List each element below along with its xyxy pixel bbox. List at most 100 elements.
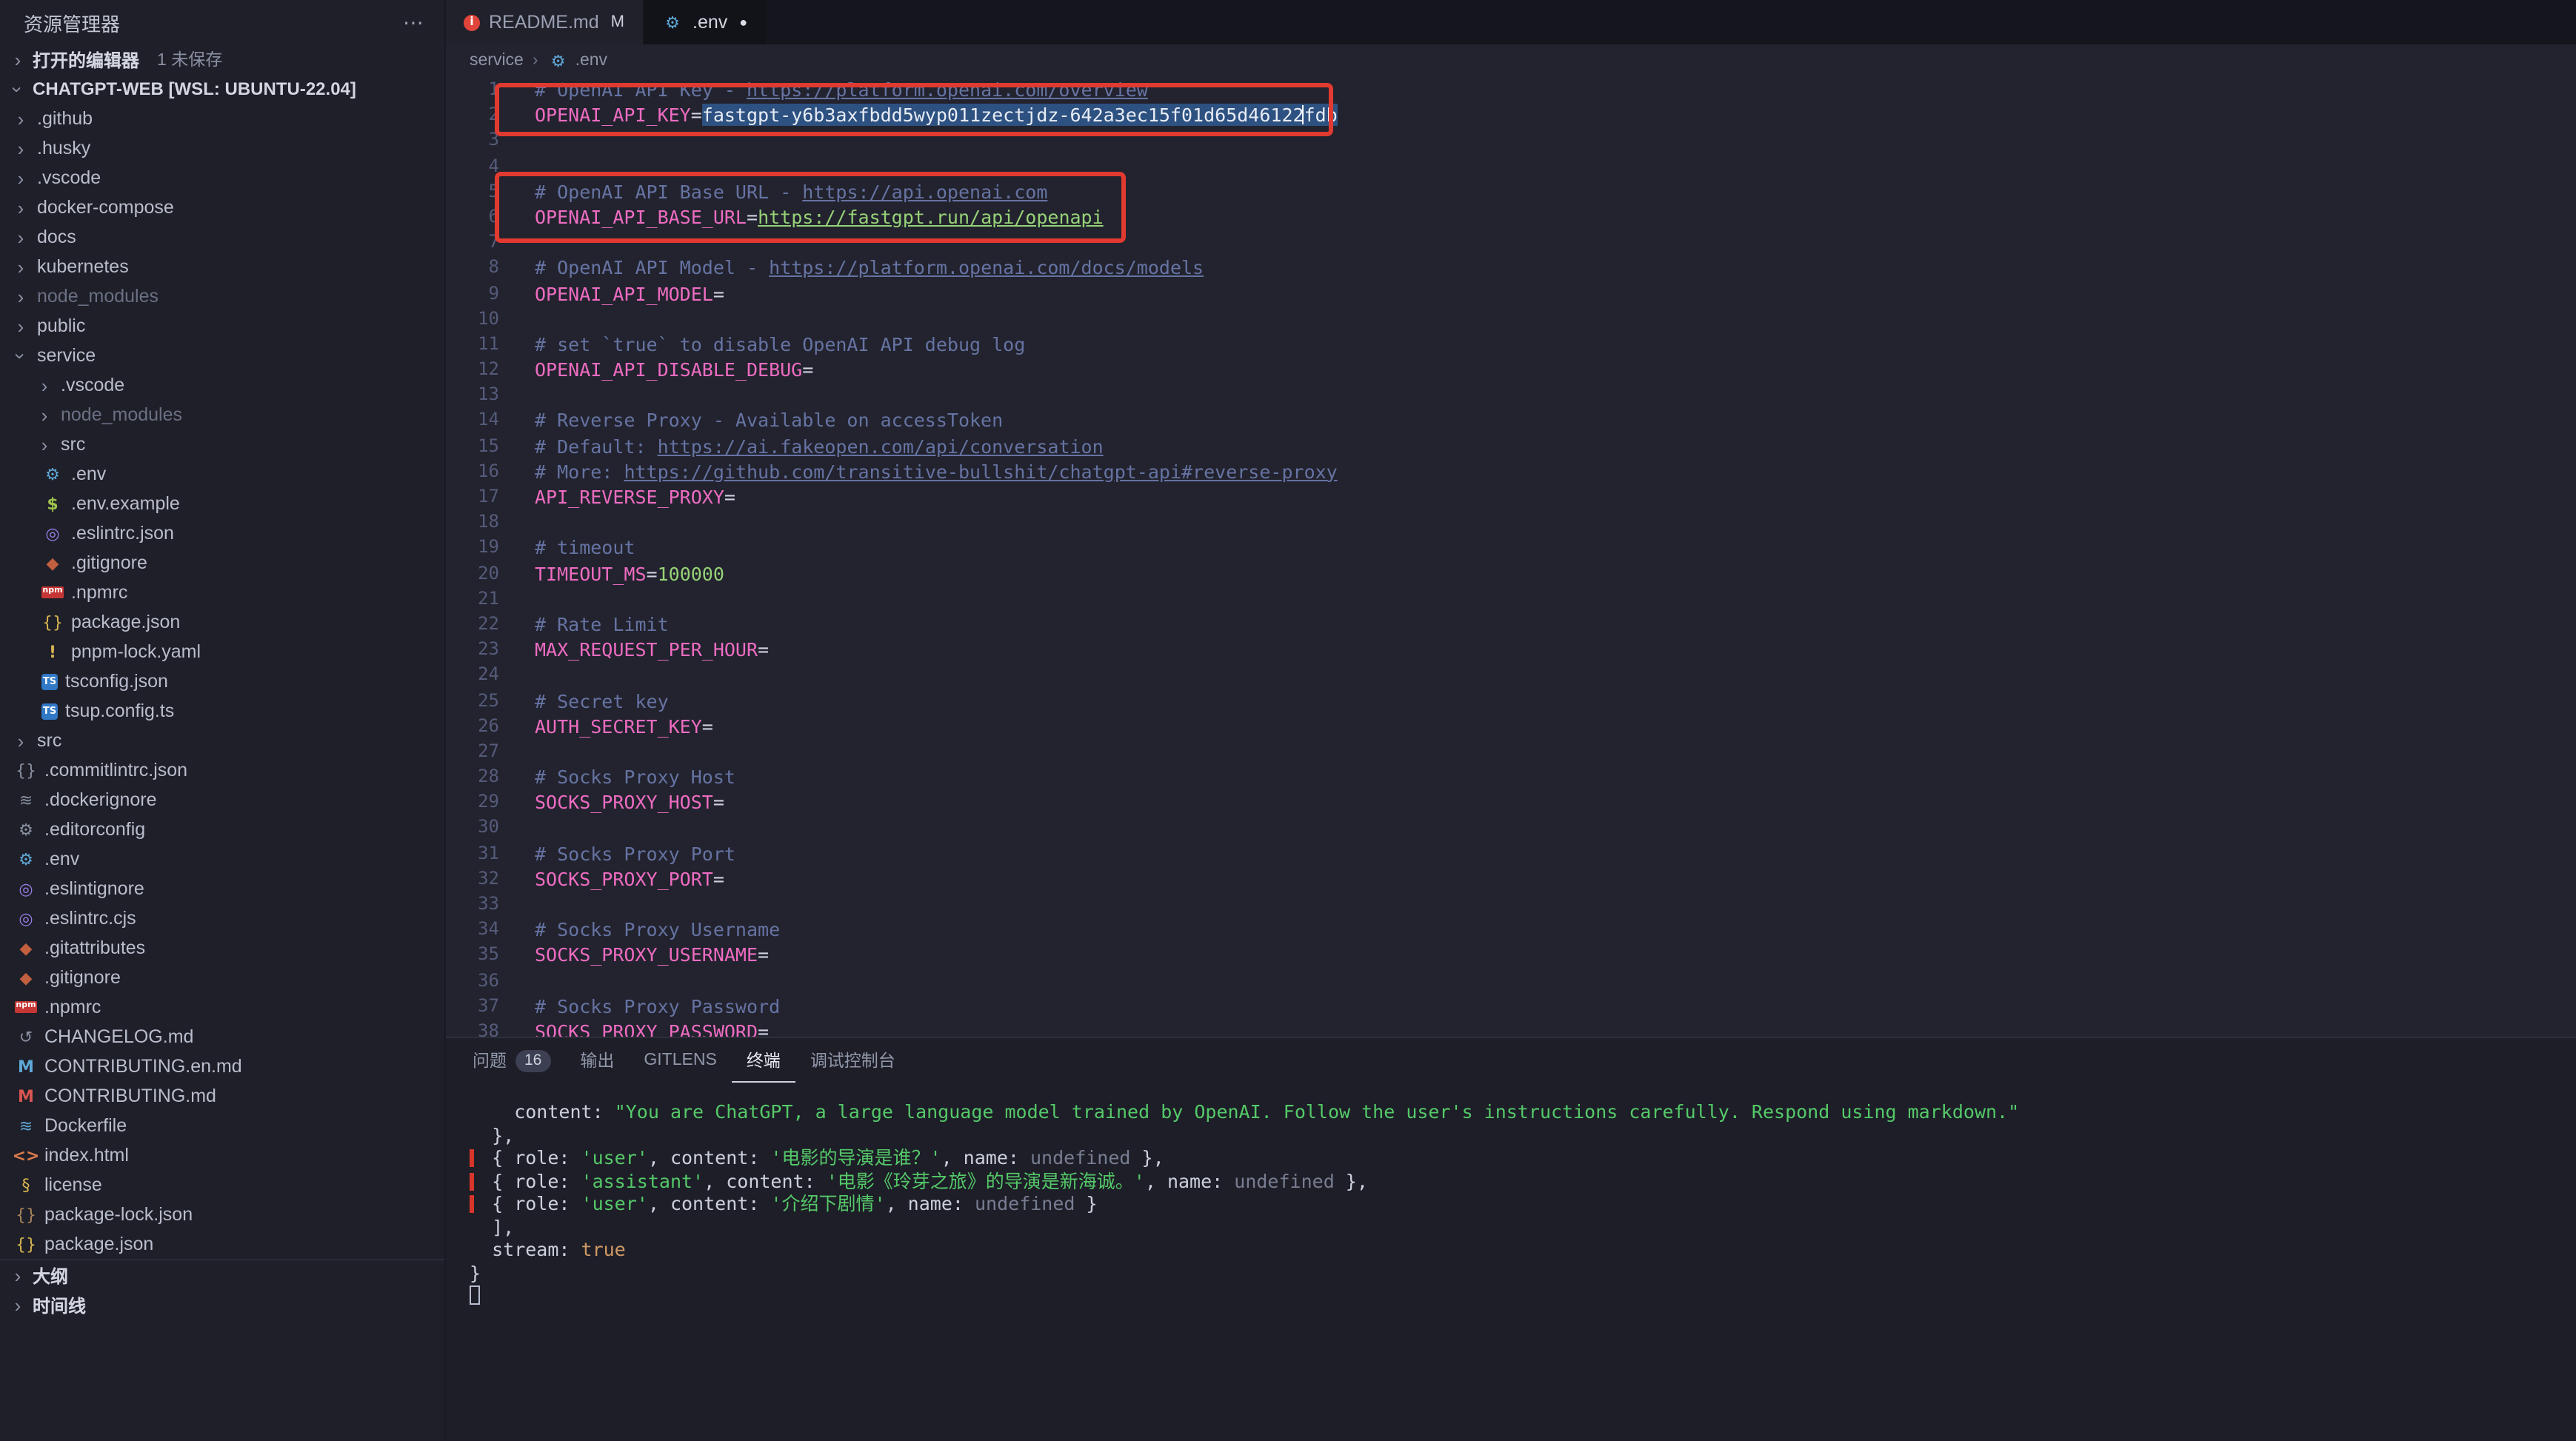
gear-blue-icon: ⚙ <box>547 53 570 69</box>
tree-file-.eslintignore[interactable]: ◎.eslintignore <box>0 874 444 903</box>
open-editors-header[interactable]: › 打开的编辑器 1 未保存 <box>0 44 444 74</box>
tree-folder-public[interactable]: ›public <box>0 311 444 341</box>
tab-README.md[interactable]: iREADME.mdM <box>446 0 644 44</box>
editor-line[interactable]: 17API_REVERSE_PROXY= <box>446 484 2576 509</box>
editor-line[interactable]: 32SOCKS_PROXY_PORT= <box>446 866 2576 892</box>
tree-file-.editorconfig[interactable]: ⚙.editorconfig <box>0 815 444 844</box>
more-actions-button[interactable]: ⋯ <box>403 10 427 35</box>
terminal[interactable]: content: "You are ChatGPT, a large langu… <box>446 1083 2576 1441</box>
outline-section[interactable]: › 大纲 <box>0 1260 444 1290</box>
editor-line[interactable]: 12OPENAI_API_DISABLE_DEBUG= <box>446 357 2576 382</box>
tree-file-CONTRIBUTING.md[interactable]: MCONTRIBUTING.md <box>0 1081 444 1111</box>
editor-line[interactable]: 22# Rate Limit <box>446 612 2576 637</box>
editor-line[interactable]: 14# Reverse Proxy - Available on accessT… <box>446 408 2576 433</box>
tree-file-pnpm-lock.yaml[interactable]: !pnpm-lock.yaml <box>0 637 444 666</box>
editor-line[interactable]: 28# Socks Proxy Host <box>446 764 2576 789</box>
tree-file-.env[interactable]: ⚙.env <box>0 459 444 489</box>
editor-line[interactable]: 5# OpenAI API Base URL - https://api.ope… <box>446 179 2576 204</box>
editor-line[interactable]: 27 <box>446 739 2576 764</box>
editor-line[interactable]: 18 <box>446 509 2576 535</box>
tree-folder-node_modules[interactable]: ›node_modules <box>0 281 444 311</box>
tree-file-CHANGELOG.md[interactable]: ↺CHANGELOG.md <box>0 1022 444 1052</box>
tree-folder-service[interactable]: ›service <box>0 341 444 370</box>
tab-.env[interactable]: ⚙.env● <box>644 0 767 44</box>
tree-file-index.html[interactable]: <>index.html <box>0 1140 444 1170</box>
tree-file-Dockerfile[interactable]: ≋Dockerfile <box>0 1111 444 1140</box>
tree-folder-.github[interactable]: ›.github <box>0 104 444 133</box>
tree-folder-.vscode[interactable]: ›.vscode <box>0 370 444 400</box>
tree-folder-.vscode[interactable]: ›.vscode <box>0 163 444 193</box>
tree-folder-.husky[interactable]: ›.husky <box>0 133 444 163</box>
editor-line[interactable]: 34# Socks Proxy Username <box>446 917 2576 942</box>
panel-tab-调试控制台[interactable]: 调试控制台 <box>795 1038 910 1083</box>
tree-folder-kubernetes[interactable]: ›kubernetes <box>0 252 444 281</box>
editor-line[interactable]: 25# Secret key <box>446 688 2576 713</box>
tree-file-license[interactable]: §license <box>0 1170 444 1200</box>
editor-line[interactable]: 7 <box>446 230 2576 255</box>
tree-file-.env.example[interactable]: $.env.example <box>0 489 444 518</box>
editor[interactable]: 1# OpenAI API Key - https://platform.ope… <box>446 77 2576 1037</box>
editor-line[interactable]: 4 <box>446 153 2576 178</box>
breadcrumb-item-service[interactable]: service <box>470 52 524 70</box>
tree-file-.commitlintrc.json[interactable]: {}.commitlintrc.json <box>0 755 444 785</box>
editor-line[interactable]: 35SOCKS_PROXY_USERNAME= <box>446 943 2576 968</box>
panel-tab-问题[interactable]: 问题16 <box>458 1038 565 1083</box>
tree-file-tsup.config.ts[interactable]: TS tsup.config.ts <box>0 696 444 726</box>
tree-file-.env[interactable]: ⚙.env <box>0 844 444 874</box>
editor-line[interactable]: 2OPENAI_API_KEY=fastgpt-y6b3axfbdd5wyp01… <box>446 102 2576 127</box>
tree-file-.npmrc[interactable]: npm.npmrc <box>0 992 444 1022</box>
editor-line[interactable]: 26AUTH_SECRET_KEY= <box>446 713 2576 738</box>
panel-tab-GITLENS[interactable]: GITLENS <box>629 1038 731 1083</box>
editor-line[interactable]: 6OPENAI_API_BASE_URL=https://fastgpt.run… <box>446 204 2576 230</box>
editor-line[interactable]: 33 <box>446 892 2576 917</box>
tree-file-.dockerignore[interactable]: ≋.dockerignore <box>0 785 444 815</box>
editor-line[interactable]: 8# OpenAI API Model - https://platform.o… <box>446 255 2576 281</box>
tree-folder-node_modules[interactable]: ›node_modules <box>0 400 444 429</box>
editor-line[interactable]: 13 <box>446 383 2576 408</box>
editor-line[interactable]: 1# OpenAI API Key - https://platform.ope… <box>446 77 2576 102</box>
tree-item-label: service <box>37 345 96 366</box>
editor-line[interactable]: 23MAX_REQUEST_PER_HOUR= <box>446 637 2576 662</box>
editor-line[interactable]: 24 <box>446 663 2576 688</box>
tree-item-label: CONTRIBUTING.en.md <box>44 1056 242 1077</box>
editor-line[interactable]: 38SOCKS_PROXY_PASSWORD= <box>446 1019 2576 1037</box>
editor-line[interactable]: 20TIMEOUT_MS=100000 <box>446 561 2576 586</box>
panel-tab-输出[interactable]: 输出 <box>565 1038 629 1083</box>
tree-folder-docs[interactable]: ›docs <box>0 222 444 252</box>
ts-blue-icon: TS <box>41 673 58 689</box>
editor-line[interactable]: 11# set `true` to disable OpenAI API deb… <box>446 332 2576 357</box>
timeline-section[interactable]: › 时间线 <box>0 1290 444 1320</box>
editor-line[interactable]: 19# timeout <box>446 535 2576 561</box>
breadcrumb-item-.env[interactable]: ⚙.env <box>547 52 608 70</box>
tab-bar: iREADME.mdM⚙.env● <box>446 0 2576 44</box>
editor-line[interactable]: 3 <box>446 128 2576 153</box>
tree-folder-src[interactable]: ›src <box>0 726 444 755</box>
panel-tab-终端[interactable]: 终端 <box>732 1038 795 1083</box>
editor-line[interactable]: 30 <box>446 815 2576 840</box>
tree-file-.npmrc[interactable]: npm.npmrc <box>0 578 444 607</box>
tree-file-package-lock.json[interactable]: {}package-lock.json <box>0 1200 444 1229</box>
tree-file-.gitignore[interactable]: ◆.gitignore <box>0 548 444 578</box>
tree-file-tsconfig.json[interactable]: TStsconfig.json <box>0 666 444 696</box>
tree-folder-docker-compose[interactable]: ›docker-compose <box>0 193 444 222</box>
tree-file-package.json[interactable]: {}package.json <box>0 1229 444 1259</box>
ts-blue-icon: TS <box>41 703 58 719</box>
tree-file-.eslintrc.json[interactable]: ◎.eslintrc.json <box>0 518 444 548</box>
tree-file-CONTRIBUTING.en.md[interactable]: MCONTRIBUTING.en.md <box>0 1052 444 1081</box>
editor-line[interactable]: 37# Socks Proxy Password <box>446 994 2576 1019</box>
editor-line[interactable]: 9OPENAI_API_MODEL= <box>446 281 2576 306</box>
editor-line[interactable]: 10 <box>446 306 2576 331</box>
editor-line[interactable]: 16# More: https://github.com/transitive-… <box>446 459 2576 484</box>
editor-line[interactable]: 31# Socks Proxy Port <box>446 840 2576 866</box>
editor-line[interactable]: 15# Default: https://ai.fakeopen.com/api… <box>446 433 2576 458</box>
tree-folder-src[interactable]: ›src <box>0 429 444 459</box>
tree-file-package.json[interactable]: {}package.json <box>0 607 444 637</box>
editor-line[interactable]: 21 <box>446 586 2576 612</box>
tree-item-label: tsup.config.ts <box>65 701 174 721</box>
tree-file-.gitattributes[interactable]: ◆.gitattributes <box>0 933 444 963</box>
project-root-header[interactable]: › CHATGPT-WEB [WSL: UBUNTU-22.04] <box>0 74 444 104</box>
editor-line[interactable]: 36 <box>446 968 2576 993</box>
editor-line[interactable]: 29SOCKS_PROXY_HOST= <box>446 790 2576 815</box>
tree-file-.gitignore[interactable]: ◆.gitignore <box>0 963 444 992</box>
tree-file-.eslintrc.cjs[interactable]: ◎.eslintrc.cjs <box>0 903 444 933</box>
